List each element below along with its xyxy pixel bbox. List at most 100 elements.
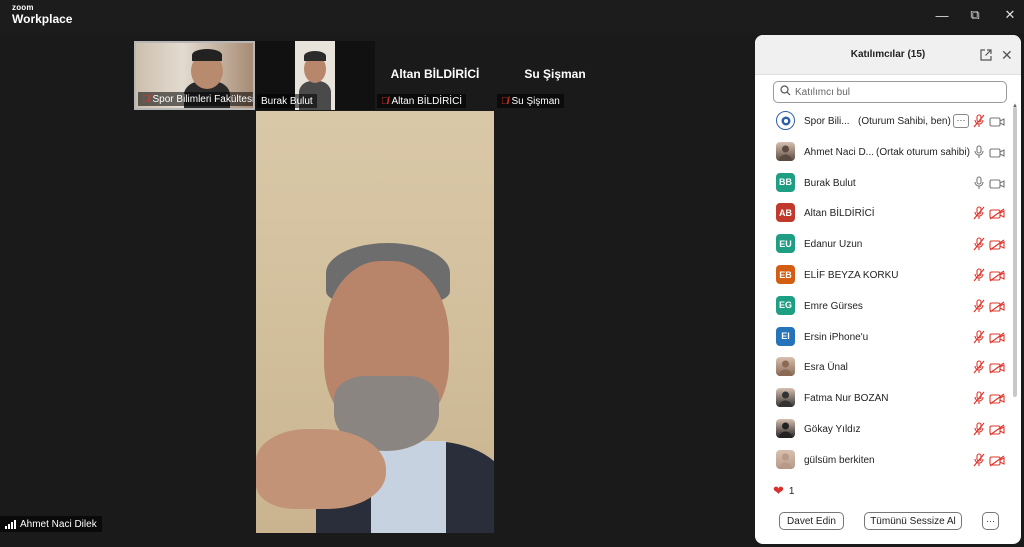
panel-scrollbar[interactable] <box>1013 107 1017 397</box>
mic-muted-icon[interactable] <box>973 299 985 313</box>
participant-name: Ersin iPhone'u <box>804 331 869 343</box>
participant-row[interactable]: EU Edanur Uzun <box>755 230 1013 260</box>
participant-role: (Oturum Sahibi, ben) <box>858 116 951 127</box>
camera-icon[interactable] <box>989 115 1005 127</box>
thumbnail-name-tag: 🎙̸ Su Şişman <box>497 94 564 108</box>
panel-header: Katılımcılar (15) ✕ <box>755 35 1021 75</box>
participant-name: Ahmet Naci D... <box>804 146 875 158</box>
close-panel-icon[interactable]: ✕ <box>1001 47 1013 64</box>
camera-icon[interactable] <box>989 146 1005 158</box>
participant-row[interactable]: BB Burak Bulut <box>755 169 1013 199</box>
video-thumbnail-burak[interactable]: Burak Bulut <box>255 41 375 110</box>
thumbnail-name-tag: 🎙̸ Altan BİLDİRİCİ <box>377 94 467 108</box>
participant-display-name: Altan BİLDİRİCİ <box>390 67 480 81</box>
mic-muted-icon[interactable] <box>973 391 985 405</box>
zoom-logo: zoom Workplace <box>12 3 72 26</box>
mic-muted-icon[interactable] <box>973 360 985 374</box>
video-thumbnail-su[interactable]: Su Şişman 🎙̸ Su Şişman <box>495 41 615 110</box>
camera-off-icon[interactable] <box>989 238 1005 251</box>
person-hand <box>256 429 386 509</box>
thumbnail-name-tag: Burak Bulut <box>257 94 317 108</box>
more-options-button[interactable]: ··· <box>982 512 999 530</box>
participant-avatar: AB <box>776 203 795 223</box>
participant-avatar <box>776 419 795 438</box>
mic-muted-icon[interactable] <box>973 237 985 251</box>
camera-off-icon[interactable] <box>989 392 1005 405</box>
participant-row[interactable]: EB ELİF BEYZA KORKU <box>755 261 1013 291</box>
mic-muted-icon[interactable] <box>973 114 985 128</box>
mic-muted-icon[interactable] <box>973 453 985 467</box>
hair-shape <box>304 51 326 61</box>
thumbnail-name-tag: 🎙̸ Spor Bilimleri Fakültesi <box>138 92 255 106</box>
mic-muted-icon[interactable] <box>973 206 985 220</box>
participant-row[interactable]: gülsüm berkiten <box>755 446 1013 475</box>
title-bar: zoom Workplace — ⧉ ✕ <box>0 0 1024 33</box>
thumbnail-name: Spor Bilimleri Fakültesi <box>152 93 255 105</box>
participant-row[interactable]: EG Emre Gürses <box>755 292 1013 322</box>
camera-off-icon[interactable] <box>989 331 1005 344</box>
participant-name: Edanur Uzun <box>804 239 863 251</box>
active-speaker-video <box>256 111 494 533</box>
camera-icon[interactable] <box>989 177 1005 189</box>
hair-shape <box>192 49 222 61</box>
participant-name: Esra Ünal <box>804 362 848 374</box>
mic-muted-icon[interactable] <box>973 268 985 282</box>
participant-avatar: EB <box>776 265 795 284</box>
participant-avatar <box>776 449 795 469</box>
thumbnail-name: Altan BİLDİRİCİ <box>391 95 463 107</box>
pop-out-icon[interactable] <box>980 49 992 64</box>
active-speaker-label: Ahmet Naci Dilek <box>0 516 102 532</box>
participant-row[interactable]: Spor Bili... (Oturum Sahibi, ben) ··· <box>755 107 1013 137</box>
participant-row[interactable]: Ahmet Naci D... (Ortak oturum sahibi) <box>755 138 1013 168</box>
search-input[interactable] <box>795 86 995 98</box>
mic-icon[interactable] <box>973 145 985 159</box>
participant-role: (Ortak oturum sahibi) <box>876 146 970 158</box>
reaction-count: 1 <box>788 485 795 497</box>
minimize-button[interactable]: — <box>933 6 951 24</box>
reaction-summary[interactable]: ❤ 1 <box>773 483 794 499</box>
video-thumbnail-spor[interactable]: 🎙̸ Spor Bilimleri Fakültesi <box>134 41 255 110</box>
camera-off-icon[interactable] <box>989 454 1005 467</box>
close-window-button[interactable]: ✕ <box>1001 6 1019 24</box>
camera-off-icon[interactable] <box>989 300 1005 313</box>
camera-off-icon[interactable] <box>989 207 1005 220</box>
mic-muted-icon[interactable] <box>973 330 985 344</box>
participant-more-button[interactable]: ··· <box>953 114 969 128</box>
participant-name: Burak Bulut <box>804 177 856 189</box>
mute-all-button[interactable]: Tümünü Sessize Al <box>864 512 962 530</box>
mic-muted-icon: 🎙̸ <box>142 93 150 105</box>
participant-avatar: EI <box>776 326 795 346</box>
video-thumbnail-altan[interactable]: Altan BİLDİRİCİ 🎙̸ Altan BİLDİRİCİ <box>375 41 495 110</box>
participant-name: Fatma Nur BOZAN <box>804 393 889 405</box>
participant-avatar <box>776 388 795 408</box>
heart-icon: ❤ <box>773 483 784 498</box>
mic-muted-icon[interactable] <box>973 422 985 436</box>
participants-panel: Katılımcılar (15) ✕ ▲ Spor Bili...(Oturu… <box>755 35 1021 544</box>
camera-off-icon[interactable] <box>989 269 1005 282</box>
participant-name: Gökay Yıldız <box>804 424 861 435</box>
camera-off-icon[interactable] <box>989 361 1005 374</box>
signal-strength-icon <box>5 519 16 529</box>
search-icon <box>780 85 791 99</box>
camera-off-icon[interactable] <box>989 423 1005 436</box>
mic-muted-icon: 🎙̸ <box>381 95 389 107</box>
thumbnail-name: Su Şişman <box>511 95 560 107</box>
participant-avatar: EG <box>776 295 795 315</box>
mic-icon[interactable] <box>973 176 985 190</box>
logo-top-text: zoom <box>12 3 34 12</box>
restore-button[interactable]: ⧉ <box>966 6 984 24</box>
active-speaker-name: Ahmet Naci Dilek <box>20 518 97 530</box>
participant-row[interactable]: AB Altan BİLDİRİCİ <box>755 199 1013 229</box>
participant-name: gülsüm berkiten <box>804 454 875 466</box>
participant-name: Altan BİLDİRİCİ <box>804 208 875 220</box>
participant-name: Spor Bili... <box>804 116 850 127</box>
participant-avatar <box>776 111 795 130</box>
participant-avatar <box>776 357 795 377</box>
participant-row[interactable]: Gökay Yıldız <box>755 415 1013 445</box>
participant-row[interactable]: Fatma Nur BOZAN <box>755 384 1013 414</box>
participant-search[interactable] <box>773 81 1007 103</box>
invite-button[interactable]: Davet Edin <box>779 512 844 530</box>
participant-row[interactable]: Esra Ünal <box>755 353 1013 383</box>
mic-muted-icon: 🎙̸ <box>501 95 509 107</box>
participant-row[interactable]: EI Ersin iPhone'u <box>755 323 1013 353</box>
